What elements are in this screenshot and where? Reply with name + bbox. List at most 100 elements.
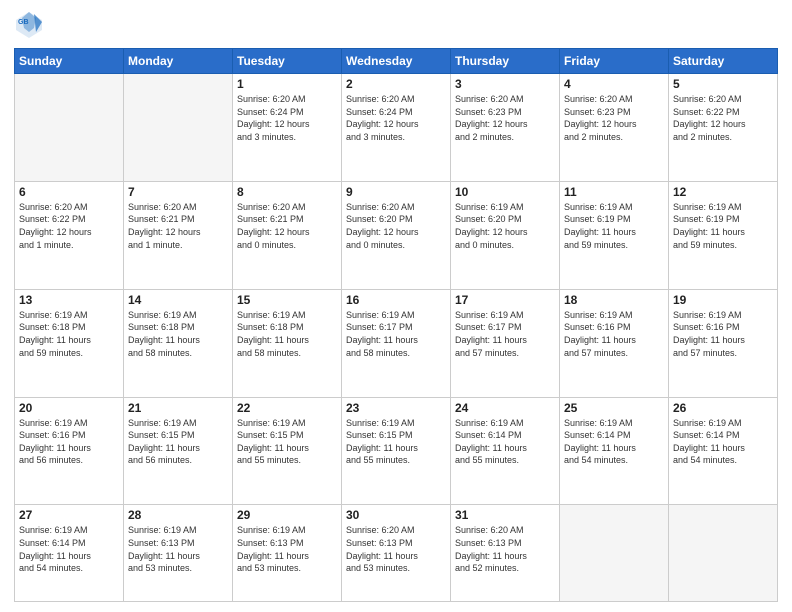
day-number: 4 — [564, 77, 664, 91]
day-number: 22 — [237, 401, 337, 415]
calendar-cell: 20 Sunrise: 6:19 AM Sunset: 6:16 PM Dayli… — [15, 397, 124, 505]
day-number: 26 — [673, 401, 773, 415]
weekday-header-wednesday: Wednesday — [342, 49, 451, 74]
calendar-cell: 17Sunrise: 6:19 AM Sunset: 6:17 PM Dayli… — [451, 289, 560, 397]
day-number: 31 — [455, 508, 555, 522]
calendar-cell: 3Sunrise: 6:20 AM Sunset: 6:23 PM Daylig… — [451, 74, 560, 182]
day-info: Sunrise: 6:20 AM Sunset: 6:24 PM Dayligh… — [237, 93, 337, 143]
day-number: 17 — [455, 293, 555, 307]
day-number: 2 — [346, 77, 446, 91]
calendar-cell — [15, 74, 124, 182]
day-number: 9 — [346, 185, 446, 199]
day-info: Sunrise: 6:19 AM Sunset: 6:18 PM Dayligh… — [237, 309, 337, 359]
day-info: Sunrise: 6:19 AM Sunset: 6:15 PM Dayligh… — [346, 417, 446, 467]
day-info: Sunrise: 6:19 AM Sunset: 6:13 PM Dayligh… — [128, 524, 228, 574]
day-number: 27 — [19, 508, 119, 522]
day-info: Sunrise: 6:19 AM Sunset: 6:20 PM Dayligh… — [455, 201, 555, 251]
day-number: 13 — [19, 293, 119, 307]
day-number: 21 — [128, 401, 228, 415]
logo-icon: GB — [14, 10, 44, 40]
calendar-cell — [669, 505, 778, 602]
day-info: Sunrise: 6:19 AM Sunset: 6:14 PM Dayligh… — [564, 417, 664, 467]
calendar-week-2: 6Sunrise: 6:20 AM Sunset: 6:22 PM Daylig… — [15, 181, 778, 289]
day-number: 11 — [564, 185, 664, 199]
calendar-cell: 23 Sunrise: 6:19 AM Sunset: 6:15 PM Dayli… — [342, 397, 451, 505]
calendar-cell: 8 Sunrise: 6:20 AM Sunset: 6:21 PM Daylig… — [233, 181, 342, 289]
calendar-cell: 29 Sunrise: 6:19 AM Sunset: 6:13 PM Dayli… — [233, 505, 342, 602]
calendar-cell: 4 Sunrise: 6:20 AM Sunset: 6:23 PM Daylig… — [560, 74, 669, 182]
day-info: Sunrise: 6:19 AM Sunset: 6:13 PM Dayligh… — [237, 524, 337, 574]
calendar-table: SundayMondayTuesdayWednesdayThursdayFrid… — [14, 48, 778, 602]
calendar-week-3: 13 Sunrise: 6:19 AM Sunset: 6:18 PM Dayli… — [15, 289, 778, 397]
day-info: Sunrise: 6:20 AM Sunset: 6:13 PM Dayligh… — [346, 524, 446, 574]
day-number: 28 — [128, 508, 228, 522]
calendar-cell: 9 Sunrise: 6:20 AM Sunset: 6:20 PM Daylig… — [342, 181, 451, 289]
day-info: Sunrise: 6:19 AM Sunset: 6:14 PM Dayligh… — [673, 417, 773, 467]
day-info: Sunrise: 6:19 AM Sunset: 6:14 PM Dayligh… — [19, 524, 119, 574]
day-number: 7 — [128, 185, 228, 199]
calendar-week-4: 20 Sunrise: 6:19 AM Sunset: 6:16 PM Dayli… — [15, 397, 778, 505]
calendar-cell: 16 Sunrise: 6:19 AM Sunset: 6:17 PM Dayli… — [342, 289, 451, 397]
day-info: Sunrise: 6:20 AM Sunset: 6:13 PM Dayligh… — [455, 524, 555, 574]
day-info: Sunrise: 6:20 AM Sunset: 6:20 PM Dayligh… — [346, 201, 446, 251]
day-number: 19 — [673, 293, 773, 307]
day-number: 20 — [19, 401, 119, 415]
day-info: Sunrise: 6:20 AM Sunset: 6:21 PM Dayligh… — [128, 201, 228, 251]
calendar-cell: 24 Sunrise: 6:19 AM Sunset: 6:14 PM Dayli… — [451, 397, 560, 505]
calendar-cell: 5 Sunrise: 6:20 AM Sunset: 6:22 PM Daylig… — [669, 74, 778, 182]
calendar-cell: 11 Sunrise: 6:19 AM Sunset: 6:19 PM Dayli… — [560, 181, 669, 289]
day-info: Sunrise: 6:20 AM Sunset: 6:24 PM Dayligh… — [346, 93, 446, 143]
day-info: Sunrise: 6:19 AM Sunset: 6:16 PM Dayligh… — [673, 309, 773, 359]
calendar-cell: 22 Sunrise: 6:19 AM Sunset: 6:15 PM Dayli… — [233, 397, 342, 505]
day-number: 8 — [237, 185, 337, 199]
day-number: 1 — [237, 77, 337, 91]
day-info: Sunrise: 6:20 AM Sunset: 6:22 PM Dayligh… — [19, 201, 119, 251]
day-number: 15 — [237, 293, 337, 307]
day-info: Sunrise: 6:19 AM Sunset: 6:19 PM Dayligh… — [673, 201, 773, 251]
weekday-header-thursday: Thursday — [451, 49, 560, 74]
day-info: Sunrise: 6:19 AM Sunset: 6:16 PM Dayligh… — [564, 309, 664, 359]
day-number: 30 — [346, 508, 446, 522]
day-info: Sunrise: 6:19 AM Sunset: 6:15 PM Dayligh… — [237, 417, 337, 467]
day-info: Sunrise: 6:19 AM Sunset: 6:15 PM Dayligh… — [128, 417, 228, 467]
day-info: Sunrise: 6:19 AM Sunset: 6:16 PM Dayligh… — [19, 417, 119, 467]
day-number: 16 — [346, 293, 446, 307]
calendar-cell: 19 Sunrise: 6:19 AM Sunset: 6:16 PM Dayli… — [669, 289, 778, 397]
calendar-cell: 31 Sunrise: 6:20 AM Sunset: 6:13 PM Dayli… — [451, 505, 560, 602]
calendar-cell: 1 Sunrise: 6:20 AM Sunset: 6:24 PM Daylig… — [233, 74, 342, 182]
day-info: Sunrise: 6:20 AM Sunset: 6:23 PM Dayligh… — [564, 93, 664, 143]
day-number: 25 — [564, 401, 664, 415]
calendar-cell: 21 Sunrise: 6:19 AM Sunset: 6:15 PM Dayli… — [124, 397, 233, 505]
calendar-cell: 25 Sunrise: 6:19 AM Sunset: 6:14 PM Dayli… — [560, 397, 669, 505]
day-number: 14 — [128, 293, 228, 307]
weekday-header-friday: Friday — [560, 49, 669, 74]
header: GB — [14, 10, 778, 40]
day-number: 24 — [455, 401, 555, 415]
weekday-header-tuesday: Tuesday — [233, 49, 342, 74]
svg-text:GB: GB — [18, 19, 29, 26]
calendar-cell: 7 Sunrise: 6:20 AM Sunset: 6:21 PM Daylig… — [124, 181, 233, 289]
day-number: 3 — [455, 77, 555, 91]
calendar-cell: 30 Sunrise: 6:20 AM Sunset: 6:13 PM Dayli… — [342, 505, 451, 602]
day-number: 29 — [237, 508, 337, 522]
day-number: 10 — [455, 185, 555, 199]
day-info: Sunrise: 6:19 AM Sunset: 6:18 PM Dayligh… — [128, 309, 228, 359]
day-info: Sunrise: 6:19 AM Sunset: 6:18 PM Dayligh… — [19, 309, 119, 359]
calendar-cell: 18Sunrise: 6:19 AM Sunset: 6:16 PM Dayli… — [560, 289, 669, 397]
calendar-cell: 13 Sunrise: 6:19 AM Sunset: 6:18 PM Dayli… — [15, 289, 124, 397]
calendar-page: GB SundayMondayTuesdayWednesdayThursdayF… — [0, 0, 792, 612]
calendar-cell: 27 Sunrise: 6:19 AM Sunset: 6:14 PM Dayli… — [15, 505, 124, 602]
day-info: Sunrise: 6:20 AM Sunset: 6:21 PM Dayligh… — [237, 201, 337, 251]
calendar-cell: 10 Sunrise: 6:19 AM Sunset: 6:20 PM Dayli… — [451, 181, 560, 289]
calendar-cell: 14 Sunrise: 6:19 AM Sunset: 6:18 PM Dayli… — [124, 289, 233, 397]
calendar-cell — [560, 505, 669, 602]
day-number: 23 — [346, 401, 446, 415]
day-info: Sunrise: 6:19 AM Sunset: 6:19 PM Dayligh… — [564, 201, 664, 251]
calendar-cell: 12Sunrise: 6:19 AM Sunset: 6:19 PM Dayli… — [669, 181, 778, 289]
calendar-cell — [124, 74, 233, 182]
calendar-cell: 15 Sunrise: 6:19 AM Sunset: 6:18 PM Dayli… — [233, 289, 342, 397]
day-info: Sunrise: 6:20 AM Sunset: 6:22 PM Dayligh… — [673, 93, 773, 143]
day-info: Sunrise: 6:19 AM Sunset: 6:17 PM Dayligh… — [346, 309, 446, 359]
day-number: 5 — [673, 77, 773, 91]
day-info: Sunrise: 6:19 AM Sunset: 6:14 PM Dayligh… — [455, 417, 555, 467]
